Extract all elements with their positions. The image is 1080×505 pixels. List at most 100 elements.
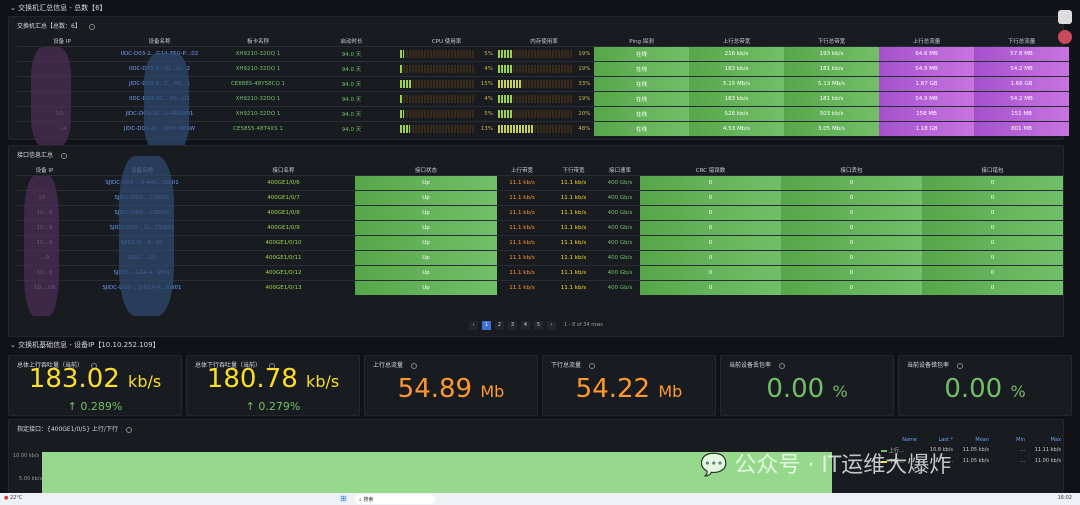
stat-panel: 下行总流量 54.22 Mb — [542, 355, 716, 416]
panel-title: 接口信息汇总 — [17, 152, 54, 159]
column-header[interactable]: 接口速率 — [600, 166, 640, 175]
downstream-bandwidth: 503 kb/s — [784, 105, 879, 121]
section-switch-basic[interactable]: ⌄ 交换机基础信息 - 设备IP【10.10.252.109】 — [10, 340, 160, 350]
card-name: XH9210-32DQ 1 — [212, 105, 304, 121]
stat-value: 0.00 % — [721, 374, 893, 404]
cpu-value: 13% — [480, 126, 493, 133]
info-icon[interactable] — [411, 362, 418, 369]
column-header[interactable]: 下行总带宽 — [784, 37, 879, 46]
column-header[interactable]: 接口状态 — [355, 166, 497, 175]
downstream-traffic: 801 MB — [974, 120, 1069, 136]
info-icon[interactable] — [589, 362, 596, 369]
mem-usage: 19% — [494, 90, 594, 106]
avatar-button[interactable] — [1058, 30, 1072, 44]
stat-title: 下行总流量 — [551, 362, 582, 369]
redaction-mask — [31, 47, 71, 147]
legend-mean: 11.05 kb/s — [962, 458, 989, 464]
upstream-traffic: 1.18 GB — [879, 120, 974, 136]
info-icon[interactable] — [957, 362, 964, 369]
start-button[interactable]: ⊞ — [340, 494, 347, 503]
interface-rate: 400 Gb/s — [600, 189, 640, 205]
interface-name: 400GE1/0/9 — [212, 219, 355, 235]
column-header[interactable]: 启动时长 — [304, 37, 399, 46]
column-header[interactable]: 设备 IP — [17, 166, 72, 175]
page-button[interactable]: 5 — [534, 321, 543, 330]
column-header[interactable]: 下行总流量 — [974, 37, 1069, 46]
uptime: 94.0 天 — [304, 75, 399, 91]
page-button[interactable]: 3 — [508, 321, 517, 330]
arrow-up-icon: ↑ — [245, 400, 259, 413]
upstream-bandwidth: 11.1 kb/s — [497, 189, 547, 205]
upstream-traffic: 158 MB — [879, 105, 974, 121]
interface-name: 400GE1/0/8 — [212, 204, 355, 220]
column-header[interactable]: 内存使用率 — [494, 37, 594, 46]
legend-header[interactable]: Max — [1025, 437, 1061, 443]
section-switch-summary[interactable]: ⌄ 交换机汇总信息 - 总数【6】 — [10, 3, 107, 13]
interface-rate: 400 Gb/s — [600, 174, 640, 190]
interface-name: 400GE1/0/13 — [212, 279, 355, 295]
page-button[interactable]: 2 — [495, 321, 504, 330]
stat-unit: % — [832, 382, 848, 401]
legend-header[interactable]: Mean — [953, 437, 989, 443]
upstream-bandwidth: 11.1 kb/s — [497, 234, 547, 250]
uptime: 94.0 天 — [304, 60, 399, 76]
column-header[interactable]: 设备 IP — [17, 37, 107, 46]
legend-header[interactable]: Last * — [917, 437, 953, 443]
interface-errors: 0 — [922, 234, 1063, 250]
panel-title: 交换机汇总【总数：6】 — [17, 23, 81, 30]
cpu-value: 4% — [484, 66, 493, 72]
cpu-gauge — [400, 94, 475, 103]
cpu-usage: 5% — [399, 45, 494, 61]
column-header[interactable]: CPU 使用率 — [399, 37, 494, 46]
prev-page-button[interactable]: ‹ — [469, 321, 478, 330]
downstream-traffic: 54.2 MB — [974, 60, 1069, 76]
weather-widget[interactable]: ● 22°C — [4, 495, 22, 501]
stat-title: 当前设备错包率 — [907, 362, 950, 369]
column-header[interactable]: 上行总带宽 — [689, 37, 784, 46]
cpu-gauge — [400, 124, 475, 133]
crc-errors: 0 — [640, 189, 781, 205]
section-title: 交换机基础信息 - 设备IP【10.10.252.109】 — [18, 341, 160, 349]
cpu-gauge — [400, 64, 475, 73]
legend-header[interactable]: Min — [989, 437, 1025, 443]
ping-status: 在线 — [594, 75, 689, 91]
info-icon[interactable] — [779, 362, 786, 369]
settings-button[interactable] — [1058, 10, 1072, 24]
interface-status: Up — [355, 264, 497, 280]
info-icon[interactable] — [125, 426, 132, 433]
stat-title: 上行总流量 — [373, 362, 404, 369]
column-header[interactable]: 接口名称 — [212, 166, 355, 175]
column-header[interactable]: 上行总流量 — [879, 37, 974, 46]
column-header[interactable]: 接口丢包 — [781, 166, 922, 175]
stat-value: 54.89 Mb — [365, 374, 537, 404]
info-icon[interactable] — [88, 23, 95, 30]
column-header[interactable]: 设备名称 — [107, 37, 212, 46]
mem-usage: 19% — [494, 45, 594, 61]
column-header[interactable]: 接口错包 — [922, 166, 1063, 175]
downstream-traffic: 57.8 MB — [974, 45, 1069, 61]
column-header[interactable]: 上行带宽 — [497, 166, 547, 175]
column-header[interactable]: Ping 探测 — [594, 37, 689, 46]
switch-summary-panel: 交换机汇总【总数：6】 设备 IP 设备名称 板卡名称 启动时长 CPU 使用率 内存使用… — [8, 16, 1069, 153]
page-button[interactable]: 1 — [482, 321, 491, 330]
ping-status: 在线 — [594, 45, 689, 61]
column-header[interactable]: CRC 错误数 — [640, 166, 781, 175]
next-page-button[interactable]: › — [547, 321, 556, 330]
interface-status: Up — [355, 204, 497, 220]
mem-usage: 19% — [494, 60, 594, 76]
cpu-value: 5% — [484, 111, 493, 117]
info-icon[interactable] — [61, 152, 68, 159]
stat-panel: 上行总流量 54.89 Mb — [364, 355, 538, 416]
mem-gauge — [497, 94, 573, 103]
taskbar-search[interactable]: ⌕ 搜索 — [355, 494, 435, 504]
column-header[interactable]: 下行带宽 — [547, 166, 600, 175]
legend-min: … — [1020, 447, 1025, 453]
uptime: 94.0 天 — [304, 105, 399, 121]
page-button[interactable]: 4 — [521, 321, 530, 330]
watermark: 💬 公众号 · IT运维大爆炸 — [700, 453, 952, 478]
interface-status: Up — [355, 249, 497, 265]
column-header[interactable]: 板卡名称 — [212, 37, 304, 46]
cpu-usage: 5% — [399, 105, 494, 121]
redaction-mask — [24, 176, 59, 316]
legend-header[interactable]: Name — [881, 437, 917, 443]
